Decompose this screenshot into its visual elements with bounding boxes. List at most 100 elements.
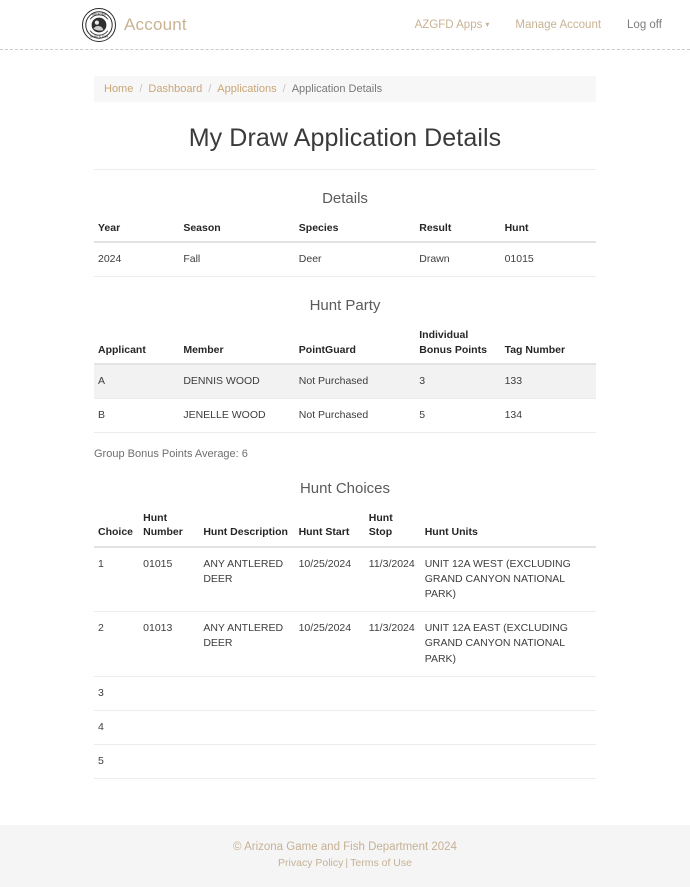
breadcrumb: Home / Dashboard / Applications / Applic… xyxy=(94,76,596,102)
choices-cell-hunt-units: UNIT 12A EAST (EXCLUDING GRAND CANYON NA… xyxy=(421,612,596,677)
choices-cell-hunt-number xyxy=(139,711,199,745)
choices-cell-hunt-start: 10/25/2024 xyxy=(295,547,365,612)
footer-links: Privacy Policy|Terms of Use xyxy=(0,857,690,869)
breadcrumb-item-current: Application Details xyxy=(292,83,383,95)
site-header: ARIZONA GAME & FISH Account AZGFD Apps▾ … xyxy=(0,0,690,50)
party-cell-bonus-points: 5 xyxy=(415,398,500,432)
choices-cell-hunt-stop: 11/3/2024 xyxy=(365,547,421,612)
choices-cell-hunt-start: 10/25/2024 xyxy=(295,612,365,677)
table-header-row: Year Season Species Result Hunt xyxy=(94,217,596,242)
choices-cell-choice: 1 xyxy=(94,547,139,612)
party-col-pointguard: PointGuard xyxy=(295,324,415,363)
choices-col-hunt-description: Hunt Description xyxy=(199,507,294,546)
details-col-season: Season xyxy=(179,217,294,242)
details-col-year: Year xyxy=(94,217,179,242)
brand[interactable]: ARIZONA GAME & FISH Account xyxy=(82,8,187,42)
page-title: My Draw Application Details xyxy=(94,124,596,153)
details-section-title: Details xyxy=(94,190,596,207)
footer-link-privacy-policy[interactable]: Privacy Policy xyxy=(278,857,343,869)
party-cell-pointguard: Not Purchased xyxy=(295,398,415,432)
title-divider xyxy=(94,169,596,170)
table-row: 3 xyxy=(94,676,596,710)
choices-cell-hunt-number xyxy=(139,676,199,710)
breadcrumb-separator: / xyxy=(139,83,142,95)
agfd-seal-icon: ARIZONA GAME & FISH xyxy=(82,8,116,42)
party-cell-tag-number: 134 xyxy=(501,398,596,432)
choices-cell-hunt-number: 01015 xyxy=(139,547,199,612)
hunt-party-section-title: Hunt Party xyxy=(94,297,596,314)
choices-cell-hunt-description: ANY ANTLERED DEER xyxy=(199,612,294,677)
table-row: B JENELLE WOOD Not Purchased 5 134 xyxy=(94,398,596,432)
party-cell-applicant: B xyxy=(94,398,179,432)
table-row: 2024 Fall Deer Drawn 01015 xyxy=(94,242,596,277)
breadcrumb-item-home[interactable]: Home xyxy=(104,83,133,95)
breadcrumb-separator: / xyxy=(208,83,211,95)
choices-cell-hunt-units xyxy=(421,711,596,745)
party-col-applicant: Applicant xyxy=(94,324,179,363)
choices-col-hunt-stop: Hunt Stop xyxy=(365,507,421,546)
header-nav: AZGFD Apps▾ Manage Account Log off xyxy=(415,19,662,31)
details-cell-hunt: 01015 xyxy=(501,242,596,277)
choices-cell-choice: 3 xyxy=(94,676,139,710)
table-row: 4 xyxy=(94,711,596,745)
details-table: Year Season Species Result Hunt 2024 Fal… xyxy=(94,217,596,277)
footer-link-separator: | xyxy=(345,857,348,869)
details-cell-year: 2024 xyxy=(94,242,179,277)
table-row: A DENNIS WOOD Not Purchased 3 133 xyxy=(94,364,596,399)
choices-cell-choice: 4 xyxy=(94,711,139,745)
choices-col-hunt-number: Hunt Number xyxy=(139,507,199,546)
details-cell-species: Deer xyxy=(295,242,415,277)
choices-col-hunt-units: Hunt Units xyxy=(421,507,596,546)
brand-name: Account xyxy=(124,15,187,35)
breadcrumb-item-applications[interactable]: Applications xyxy=(217,83,276,95)
details-col-species: Species xyxy=(295,217,415,242)
choices-cell-hunt-stop xyxy=(365,676,421,710)
footer-link-terms-of-use[interactable]: Terms of Use xyxy=(350,857,412,869)
choices-col-choice: Choice xyxy=(94,507,139,546)
main-content: Home / Dashboard / Applications / Applic… xyxy=(0,50,690,825)
details-cell-season: Fall xyxy=(179,242,294,277)
chevron-down-icon: ▾ xyxy=(485,20,489,29)
choices-cell-hunt-description xyxy=(199,676,294,710)
choices-cell-hunt-description: ANY ANTLERED DEER xyxy=(199,547,294,612)
nav-link-log-off[interactable]: Log off xyxy=(627,19,662,31)
party-cell-member: JENELLE WOOD xyxy=(179,398,294,432)
breadcrumb-separator: / xyxy=(283,83,286,95)
nav-link-azgfd-apps-label: AZGFD Apps xyxy=(415,19,483,31)
party-col-bonus-points: Individual Bonus Points xyxy=(415,324,500,363)
choices-cell-hunt-stop xyxy=(365,711,421,745)
choices-cell-hunt-description xyxy=(199,711,294,745)
nav-link-manage-account[interactable]: Manage Account xyxy=(515,19,601,31)
party-cell-tag-number: 133 xyxy=(501,364,596,399)
breadcrumb-item-dashboard[interactable]: Dashboard xyxy=(148,83,202,95)
party-cell-applicant: A xyxy=(94,364,179,399)
choices-cell-hunt-units: UNIT 12A WEST (EXCLUDING GRAND CANYON NA… xyxy=(421,547,596,612)
choices-col-hunt-start: Hunt Start xyxy=(295,507,365,546)
nav-link-azgfd-apps[interactable]: AZGFD Apps▾ xyxy=(415,19,490,31)
party-cell-bonus-points: 3 xyxy=(415,364,500,399)
hunt-choices-section-title: Hunt Choices xyxy=(94,480,596,497)
party-cell-member: DENNIS WOOD xyxy=(179,364,294,399)
choices-cell-hunt-number: 01013 xyxy=(139,612,199,677)
table-row: 2 01013 ANY ANTLERED DEER 10/25/2024 11/… xyxy=(94,612,596,677)
choices-cell-choice: 2 xyxy=(94,612,139,677)
hunt-party-table: Applicant Member PointGuard Individual B… xyxy=(94,324,596,433)
hunt-choices-table: Choice Hunt Number Hunt Description Hunt… xyxy=(94,507,596,779)
page-root: ARIZONA GAME & FISH Account AZGFD Apps▾ … xyxy=(0,0,690,887)
choices-cell-hunt-units xyxy=(421,676,596,710)
svg-text:GAME & FISH: GAME & FISH xyxy=(90,34,109,38)
group-bonus-points-average: Group Bonus Points Average: 6 xyxy=(94,448,596,460)
footer-copyright: © Arizona Game and Fish Department 2024 xyxy=(0,841,690,853)
bottom-spacer xyxy=(94,779,596,825)
details-col-hunt: Hunt xyxy=(501,217,596,242)
table-header-row: Applicant Member PointGuard Individual B… xyxy=(94,324,596,363)
site-footer: © Arizona Game and Fish Department 2024 … xyxy=(0,825,690,887)
table-header-row: Choice Hunt Number Hunt Description Hunt… xyxy=(94,507,596,546)
party-cell-pointguard: Not Purchased xyxy=(295,364,415,399)
table-row: 1 01015 ANY ANTLERED DEER 10/25/2024 11/… xyxy=(94,547,596,612)
svg-text:ARIZONA: ARIZONA xyxy=(92,12,107,16)
details-cell-result: Drawn xyxy=(415,242,500,277)
details-col-result: Result xyxy=(415,217,500,242)
party-col-member: Member xyxy=(179,324,294,363)
choices-cell-hunt-start xyxy=(295,711,365,745)
